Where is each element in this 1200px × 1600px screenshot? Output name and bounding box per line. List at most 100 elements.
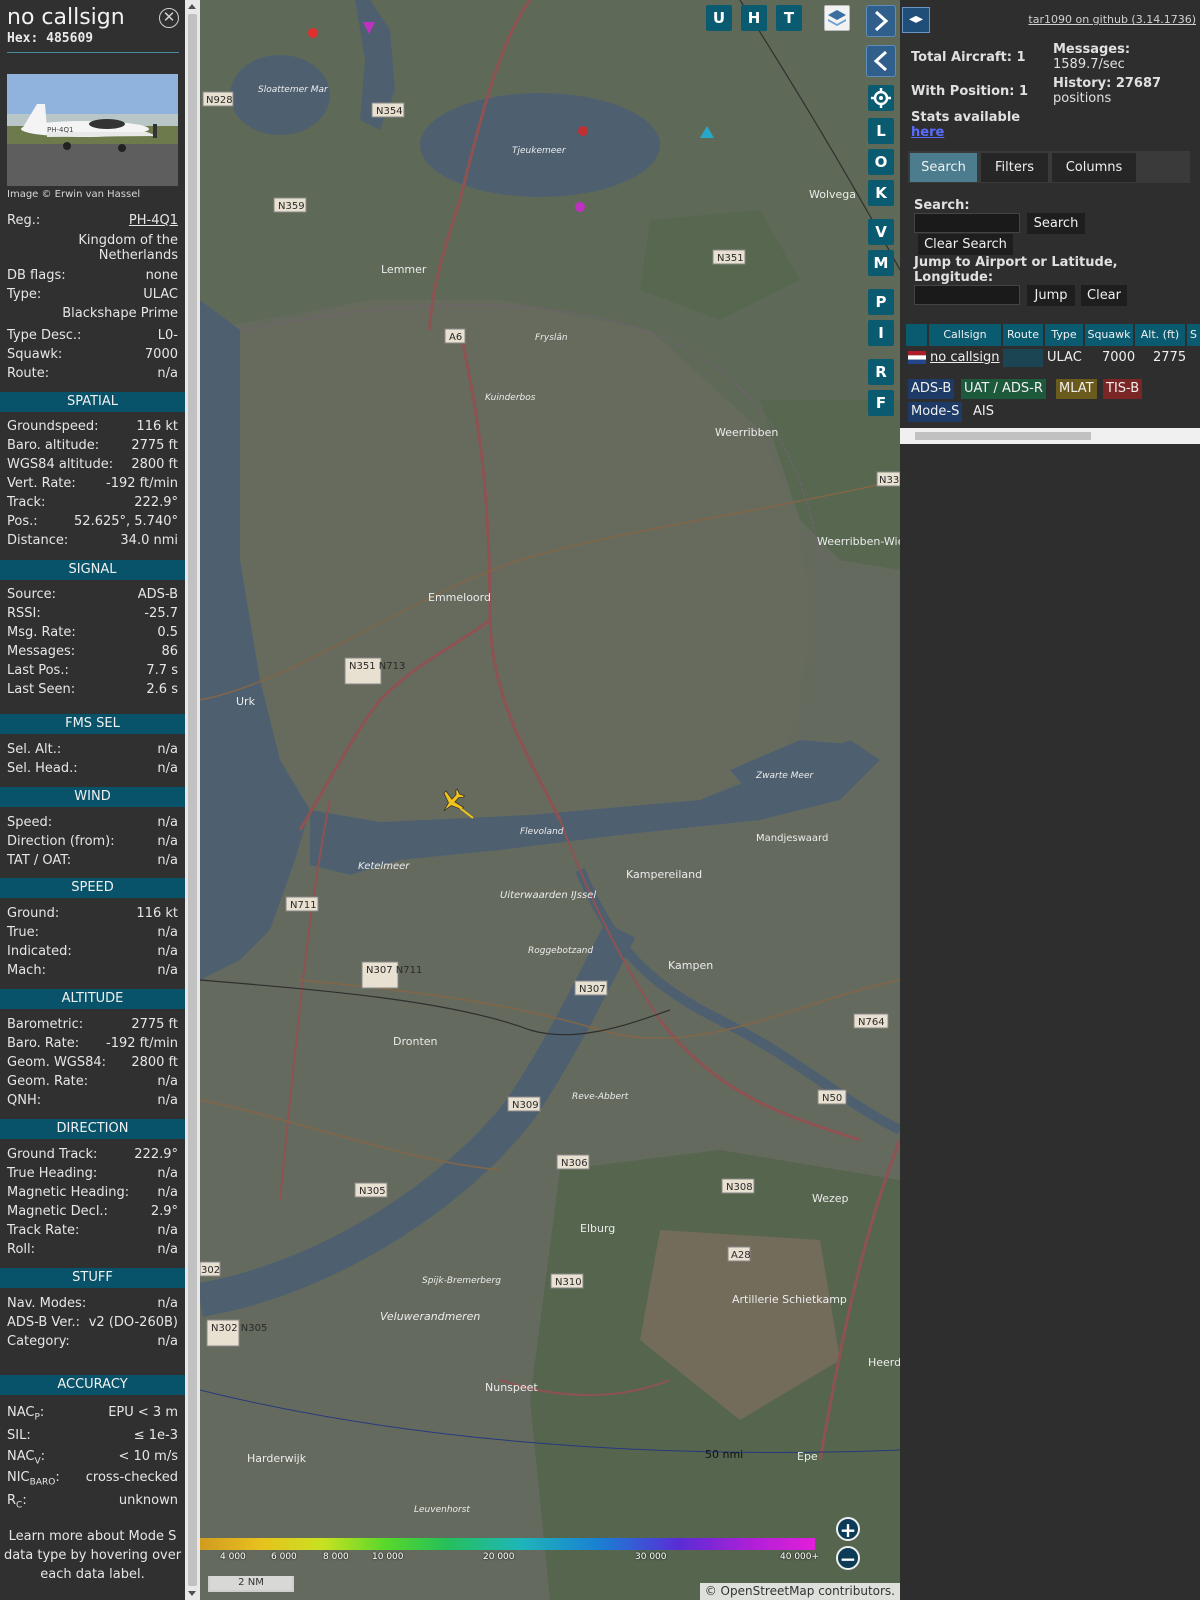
place-label: Epe xyxy=(797,1450,818,1463)
type-label: Type: xyxy=(7,287,42,302)
search-button[interactable]: Search xyxy=(1027,213,1085,234)
field-value: n/a xyxy=(157,1334,178,1349)
alt-tick: 6 000 xyxy=(271,1552,297,1562)
layers-icon[interactable] xyxy=(824,5,850,31)
field-label: Geom. Rate: xyxy=(7,1074,89,1089)
stats-link[interactable]: here xyxy=(911,125,944,140)
field-label-text: NAC xyxy=(7,1449,35,1464)
scroll-down-icon[interactable] xyxy=(188,1591,196,1596)
scroll-thumb[interactable] xyxy=(188,14,197,1586)
field-label: Messages: xyxy=(7,644,76,659)
map-view[interactable]: Lemmer Wolvega Emmeloord Urk Kampen Kamp… xyxy=(200,0,900,1600)
altitude-row: Geom. Rate: n/a xyxy=(7,1074,178,1092)
layer-u-button[interactable]: U xyxy=(706,5,732,31)
col-speed[interactable]: S xyxy=(1187,324,1200,346)
row-callsign[interactable]: no callsign xyxy=(930,349,1000,367)
settings-gear-icon[interactable] xyxy=(868,85,894,111)
layer-t-button[interactable]: T xyxy=(776,5,802,31)
layer-h-button[interactable]: H xyxy=(741,5,767,31)
stats-link-wrap: here xyxy=(911,125,944,140)
side-button-o[interactable]: O xyxy=(868,149,894,175)
dbflags-value: none xyxy=(145,268,178,283)
field-label: Track: xyxy=(7,495,46,510)
side-button-l[interactable]: L xyxy=(868,118,894,144)
section-header-direction: DIRECTION xyxy=(0,1119,185,1139)
altitude-row: QNH: n/a xyxy=(7,1093,178,1111)
table-hscrollbar[interactable] xyxy=(900,428,1200,444)
zoom-in-button[interactable]: + xyxy=(836,1517,860,1541)
road-label: N307 xyxy=(579,984,606,995)
field-label: Sel. Alt.: xyxy=(7,742,62,757)
next-panel-button[interactable] xyxy=(866,5,896,37)
tab-search[interactable]: Search xyxy=(910,153,977,182)
field-value: -192 ft/min xyxy=(106,1036,178,1051)
alt-tick: 20 000 xyxy=(483,1552,515,1562)
side-button-v[interactable]: V xyxy=(868,219,894,245)
badge-adsb: ADS-B xyxy=(908,379,955,399)
fms-row: Sel. Head.: n/a xyxy=(7,761,178,779)
row-route xyxy=(1003,349,1043,367)
jump-button[interactable]: Jump xyxy=(1027,285,1075,306)
github-link[interactable]: tar1090 on github (3.14.1736) xyxy=(1028,13,1196,26)
svg-text:PH-4Q1: PH-4Q1 xyxy=(47,126,73,134)
left-panel-scrollbar[interactable] xyxy=(185,0,200,1600)
field-label: Ground: xyxy=(7,906,60,921)
col-callsign[interactable]: Callsign xyxy=(929,324,1001,346)
scroll-up-icon[interactable] xyxy=(188,4,196,9)
side-button-r[interactable]: R xyxy=(868,359,894,385)
field-label: Distance: xyxy=(7,533,69,548)
field-value: n/a xyxy=(157,815,178,830)
road-label: N351 N713 xyxy=(349,661,405,672)
clear-search-button[interactable]: Clear Search xyxy=(918,234,1013,255)
field-value: n/a xyxy=(157,944,178,959)
tab-columns[interactable]: Columns xyxy=(1052,153,1136,182)
squawk-value: 7000 xyxy=(144,347,178,362)
typedesc-value: L0- xyxy=(157,328,178,343)
side-button-f[interactable]: F xyxy=(868,390,894,416)
clear-button[interactable]: Clear xyxy=(1081,285,1127,306)
col-route[interactable]: Route xyxy=(1003,324,1043,346)
field-value: n/a xyxy=(157,1223,178,1238)
road-label: N711 xyxy=(290,900,317,911)
field-label: Category: xyxy=(7,1334,70,1349)
close-icon[interactable]: ✕ xyxy=(159,8,179,28)
side-button-k[interactable]: K xyxy=(868,180,894,206)
tab-filters[interactable]: Filters xyxy=(981,153,1048,182)
side-button-m[interactable]: M xyxy=(868,250,894,276)
hscroll-thumb[interactable] xyxy=(915,432,1091,440)
prev-panel-button[interactable] xyxy=(866,45,896,77)
field-label: Ground Track: xyxy=(7,1147,98,1162)
with-position: With Position: 1 xyxy=(911,84,1029,99)
map-attribution[interactable]: © OpenStreetMap contributors. xyxy=(699,1583,900,1600)
jump-input[interactable] xyxy=(914,285,1020,305)
zoom-out-button[interactable]: − xyxy=(836,1546,860,1570)
field-label: Source: xyxy=(7,587,57,602)
field-label: Speed: xyxy=(7,815,53,830)
reg-value[interactable]: PH-4Q1 xyxy=(129,213,178,228)
route-row: Route: n/a xyxy=(7,366,178,384)
messages-label: Messages: xyxy=(1053,42,1131,57)
place-label: Artillerie Schietkamp xyxy=(732,1293,847,1306)
field-label: Baro. altitude: xyxy=(7,438,100,453)
field-label: Roll: xyxy=(7,1242,36,1257)
field-label: Barometric: xyxy=(7,1017,84,1032)
signal-row: Last Pos.: 7.7 s xyxy=(7,663,178,681)
aircraft-photo[interactable]: PH-4Q1 xyxy=(7,74,178,186)
signal-row: Last Seen: 2.6 s xyxy=(7,682,178,700)
field-label: ADS-B Ver.: xyxy=(7,1315,80,1330)
col-altitude[interactable]: Alt. (ft) xyxy=(1135,324,1185,346)
field-label: True Heading: xyxy=(7,1166,98,1181)
col-squawk[interactable]: Squawk xyxy=(1085,324,1133,346)
tar1090-window: no callsign Hex: 485609 ✕ PH-4Q1 Image ©… xyxy=(0,0,1200,1600)
col-type[interactable]: Type xyxy=(1045,324,1083,346)
side-button-p[interactable]: P xyxy=(868,289,894,315)
col-flag[interactable] xyxy=(906,324,927,346)
field-value: cross-checked xyxy=(85,1470,178,1485)
spatial-row: Distance: 34.0 nmi xyxy=(7,533,178,551)
field-label: Geom. WGS84: xyxy=(7,1055,107,1070)
search-input[interactable] xyxy=(914,213,1020,233)
toggle-sidebar-button[interactable]: ◂▸ xyxy=(902,7,930,33)
place-label: Fryslân xyxy=(535,333,568,343)
registration-link[interactable]: PH-4Q1 xyxy=(129,213,178,228)
side-button-i[interactable]: I xyxy=(868,320,894,346)
